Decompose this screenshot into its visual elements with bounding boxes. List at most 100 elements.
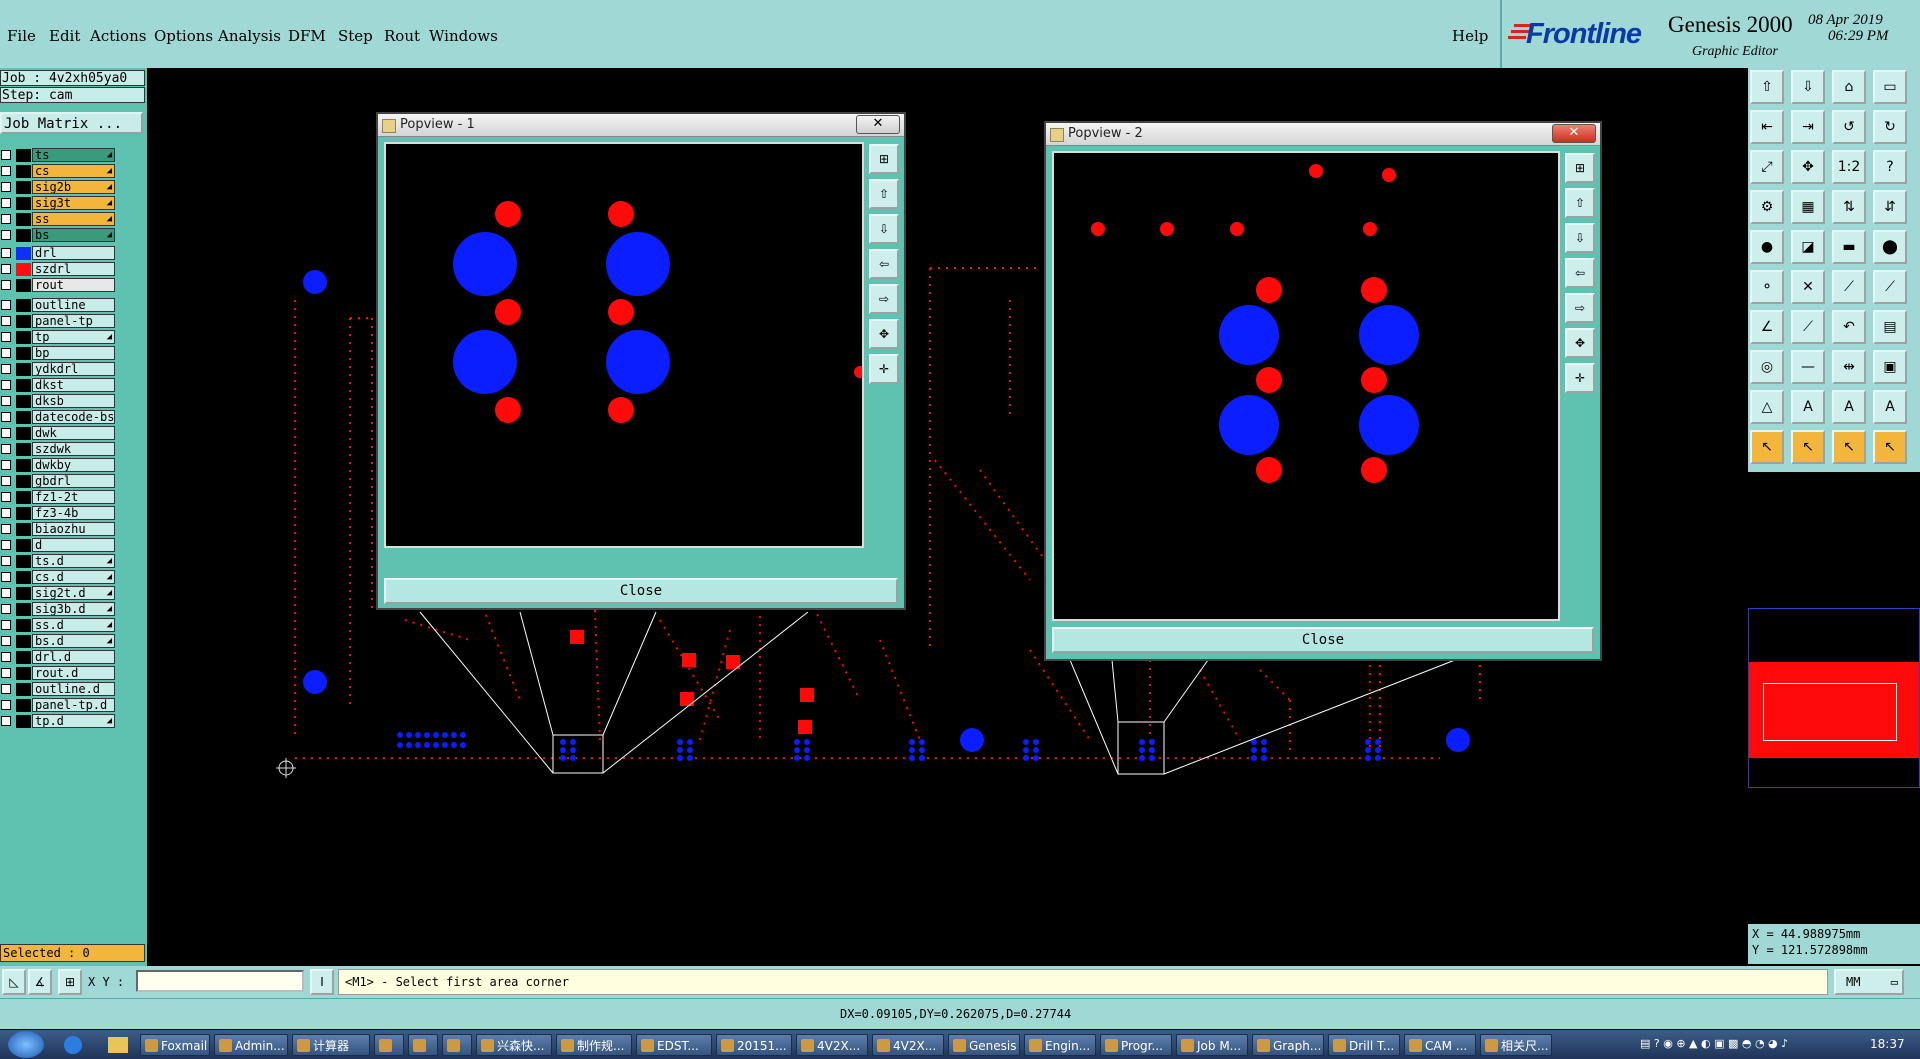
layer-checkbox[interactable]: [1, 444, 11, 454]
layer-name[interactable]: szdrl: [32, 262, 115, 276]
layer-checkbox[interactable]: [1, 264, 11, 274]
save-icon[interactable]: ⇩: [1791, 70, 1825, 104]
layer-checkbox[interactable]: [1, 364, 11, 374]
layer-checkbox[interactable]: [1, 556, 11, 566]
taskbar-item[interactable]: Genesis: [948, 1034, 1020, 1056]
popview-2-close-button[interactable]: Close: [1052, 627, 1594, 653]
units-select[interactable]: MM ▭: [1834, 969, 1904, 995]
open-job-icon[interactable]: ⇧: [1750, 70, 1784, 104]
popview-1-canvas[interactable]: [384, 142, 866, 548]
layer-name[interactable]: datecode-bs: [32, 410, 115, 424]
layer-color-swatch[interactable]: [16, 299, 31, 312]
layer-color-swatch[interactable]: [16, 363, 31, 376]
help-icon[interactable]: ?: [1873, 150, 1907, 184]
layer-name[interactable]: bs.d ◢: [32, 634, 115, 648]
layer-checkbox[interactable]: [1, 412, 11, 422]
taskbar-item[interactable]: EDST...: [636, 1034, 712, 1056]
taskbar-item[interactable]: CAM ...: [1404, 1034, 1476, 1056]
layer-name[interactable]: dksb: [32, 394, 115, 408]
layer-color-swatch[interactable]: [16, 603, 31, 616]
taskbar-item[interactable]: Progr...: [1100, 1034, 1172, 1056]
layer-row-outline[interactable]: outline: [0, 298, 118, 313]
layer-row-rout.d[interactable]: rout.d: [0, 666, 118, 681]
layer-row-bp[interactable]: bp: [0, 346, 118, 361]
layer-checkbox[interactable]: [1, 572, 11, 582]
explorer-icon[interactable]: [108, 1037, 128, 1053]
redo-icon[interactable]: ↻: [1873, 110, 1907, 144]
layer-color-swatch[interactable]: [16, 379, 31, 392]
zoom-in-icon[interactable]: ⇧: [869, 179, 899, 209]
layer-color-swatch[interactable]: [16, 229, 31, 242]
layer-checkbox[interactable]: [1, 588, 11, 598]
layer-row-sig3t[interactable]: sig3t ◢: [0, 196, 118, 211]
layer-row-fz3-4b[interactable]: fz3-4b: [0, 506, 118, 521]
import-icon[interactable]: ⇤: [1750, 110, 1784, 144]
layer-checkbox[interactable]: [1, 428, 11, 438]
layer-checkbox[interactable]: [1, 684, 11, 694]
feature-add-icon[interactable]: ●: [1750, 230, 1784, 264]
layer-row-dkst[interactable]: dkst: [0, 378, 118, 393]
layer-name[interactable]: cs.d ◢: [32, 570, 115, 584]
layer-checkbox[interactable]: [1, 604, 11, 614]
layer-name[interactable]: bs ◢: [32, 228, 115, 242]
grid-toggle-icon[interactable]: ▦: [1791, 190, 1825, 224]
layer-name[interactable]: outline: [32, 298, 115, 312]
layer-name[interactable]: ss.d ◢: [32, 618, 115, 632]
layer-color-swatch[interactable]: [16, 699, 31, 712]
arc-icon[interactable]: ↶: [1832, 310, 1866, 344]
layer-checkbox[interactable]: [1, 508, 11, 518]
layer-checkbox[interactable]: [1, 300, 11, 310]
layer-color-swatch[interactable]: [16, 619, 31, 632]
layer-color-swatch[interactable]: [16, 491, 31, 504]
layer-name[interactable]: panel-tp.d: [32, 698, 115, 712]
layer-name[interactable]: outline.d: [32, 682, 115, 696]
taskbar-item[interactable]: Foxmail: [140, 1034, 210, 1056]
layer-checkbox[interactable]: [1, 332, 11, 342]
fill-icon[interactable]: ▤: [1873, 310, 1907, 344]
layer-color-swatch[interactable]: [16, 571, 31, 584]
ruler-icon[interactable]: ▬: [1832, 230, 1866, 264]
layer-name[interactable]: bp: [32, 346, 115, 360]
layer-color-swatch[interactable]: [16, 443, 31, 456]
layer-color-swatch[interactable]: [16, 555, 31, 568]
layer-copy-icon[interactable]: ⇵: [1873, 190, 1907, 224]
layer-color-swatch[interactable]: [16, 539, 31, 552]
layer-checkbox[interactable]: [1, 166, 11, 176]
layer-color-swatch[interactable]: [16, 459, 31, 472]
layer-color-swatch[interactable]: [16, 213, 31, 226]
menu-step[interactable]: Step: [338, 27, 373, 45]
pan-right-icon[interactable]: ⇨: [869, 284, 899, 314]
taskbar-item[interactable]: 20151...: [716, 1034, 792, 1056]
layer-row-szdwk[interactable]: szdwk: [0, 442, 118, 457]
layer-row-bs[interactable]: bs ◢: [0, 228, 118, 243]
layer-name[interactable]: biaozhu: [32, 522, 115, 536]
close-icon[interactable]: ✕: [1552, 124, 1596, 143]
layer-checkbox[interactable]: [1, 230, 11, 240]
measure-icon[interactable]: ∡: [28, 969, 52, 995]
pan-left-icon[interactable]: ⇦: [1565, 258, 1595, 288]
layer-color-swatch[interactable]: [16, 263, 31, 276]
layer-checkbox[interactable]: [1, 620, 11, 630]
layer-row-bs.d[interactable]: bs.d ◢: [0, 634, 118, 649]
zoom-home-icon[interactable]: ⊞: [869, 144, 899, 174]
layer-color-swatch[interactable]: [16, 247, 31, 260]
layer-color-swatch[interactable]: [16, 635, 31, 648]
layer-name[interactable]: tp ◢: [32, 330, 115, 344]
layer-row-biaozhu[interactable]: biaozhu: [0, 522, 118, 537]
point-icon[interactable]: ◎: [1750, 350, 1784, 384]
layer-color-swatch[interactable]: [16, 181, 31, 194]
layer-checkbox[interactable]: [1, 316, 11, 326]
layer-color-swatch[interactable]: [16, 507, 31, 520]
layer-name[interactable]: sig2t.d ◢: [32, 586, 115, 600]
layer-color-swatch[interactable]: [16, 683, 31, 696]
menu-help[interactable]: Help: [1452, 27, 1488, 45]
fit-icon[interactable]: ✥: [869, 319, 899, 349]
pad-icon[interactable]: ⬤: [1873, 230, 1907, 264]
distance-icon[interactable]: ⇹: [1832, 350, 1866, 384]
layer-color-swatch[interactable]: [16, 475, 31, 488]
cut-icon[interactable]: —: [1791, 350, 1825, 384]
layer-color-swatch[interactable]: [16, 411, 31, 424]
layer-color-swatch[interactable]: [16, 279, 31, 292]
layer-row-drl[interactable]: drl: [0, 246, 118, 261]
layer-checkbox[interactable]: [1, 214, 11, 224]
